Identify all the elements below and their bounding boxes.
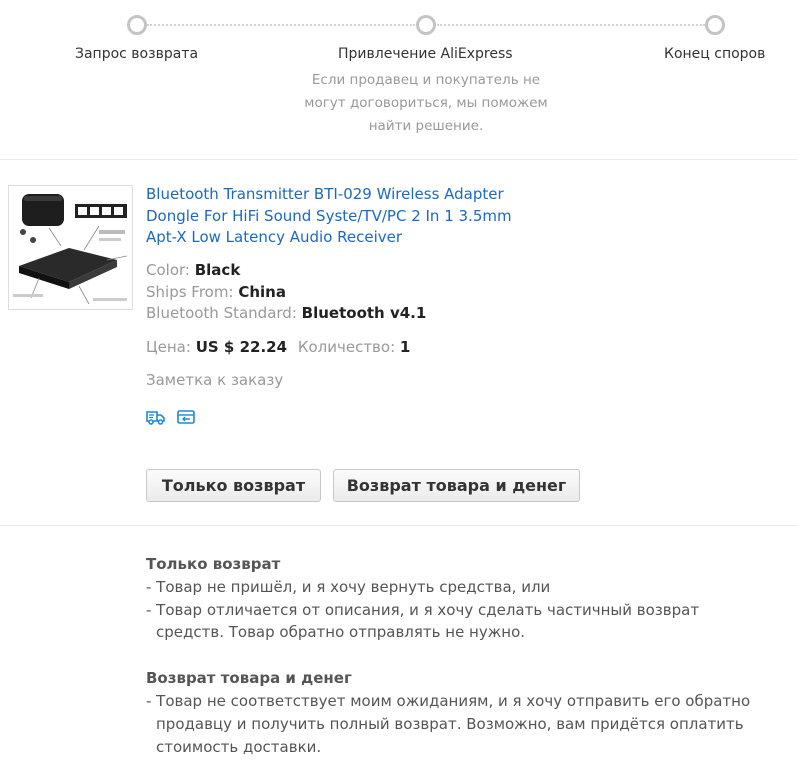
dispute-progress: Запрос возврата Привлечение AliExpress Е… [0, 0, 797, 160]
attr-value: Bluetooth v4.1 [301, 304, 427, 322]
step-label-refund-request: Запрос возврата [75, 46, 199, 62]
attr-key: Bluetooth Standard: [146, 304, 297, 322]
step-dot-3 [705, 15, 725, 35]
attr-value: Black [194, 261, 241, 279]
product-title-link[interactable]: Bluetooth Transmitter BTI-029 Wireless A… [146, 184, 546, 249]
step-label-aliexpress: Привлечение AliExpress [338, 46, 513, 62]
order-icons [146, 408, 196, 426]
price-label: Цена: [146, 338, 191, 356]
attr-key: Color: [146, 261, 190, 279]
order-note[interactable]: Заметка к заказу [146, 371, 283, 389]
progress-line [437, 24, 705, 26]
refund-only-button[interactable]: Только возврат [146, 469, 321, 502]
product-image[interactable] [8, 185, 133, 310]
return-and-refund-button[interactable]: Возврат товара и денег [333, 469, 580, 502]
step-description: Если продавец и покупатель не могут дого… [304, 72, 548, 134]
attr-color: Color: Black [146, 260, 240, 282]
step-dot-2 [416, 15, 436, 35]
product-section: Bluetooth Transmitter BTI-029 Wireless A… [0, 160, 797, 526]
info-item: - Товар не соответствует моим ожиданиям,… [146, 691, 751, 756]
price-value: US $ 22.24 [195, 338, 288, 356]
price-quantity-row: Цена: US $ 22.24 Количество: 1 [146, 337, 410, 359]
step-label-dispute-end: Конец споров [664, 46, 766, 62]
quantity-value: 1 [399, 338, 411, 356]
delivery-truck-icon[interactable] [146, 408, 166, 426]
info-item: - Товар отличается от описания, и я хочу… [146, 600, 700, 642]
progress-line [147, 24, 415, 26]
refund-only-heading: Только возврат [146, 555, 281, 573]
return-and-refund-heading: Возврат товара и денег [146, 669, 352, 688]
attr-value: China [238, 282, 286, 301]
step-dot-1 [127, 15, 147, 35]
quantity-label: Количество: [297, 338, 396, 356]
return-order-icon[interactable] [176, 408, 196, 426]
attr-bluetooth-standard: Bluetooth Standard: Bluetooth v4.1 [146, 303, 426, 325]
attr-ships-from: Ships From: China [146, 282, 286, 304]
info-item: - Товар не пришёл, и я хочу вернуть сред… [146, 577, 551, 596]
refund-options-info: Только возврат - Товар не пришёл, и я хо… [146, 553, 766, 758]
attr-key: Ships From: [146, 282, 234, 301]
